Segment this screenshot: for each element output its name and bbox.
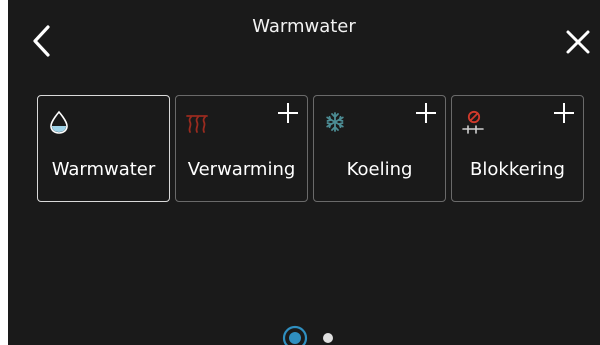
tile-label: Blokkering: [470, 159, 565, 180]
heating-icon: [186, 115, 208, 133]
page-title: Warmwater: [252, 16, 356, 37]
tile-koeling[interactable]: Koeling: [313, 95, 446, 202]
tile-label: Warmwater: [51, 159, 156, 180]
add-icon[interactable]: [277, 102, 299, 124]
snowflake-icon: [326, 112, 344, 132]
menu-panel: Warmwater Warmwater Verwarming Koeling B…: [8, 0, 600, 345]
screen: Warmwater Warmwater Verwarming Koeling B…: [0, 0, 600, 345]
tile-warmwater[interactable]: Warmwater: [37, 95, 170, 202]
tile-verwarming[interactable]: Verwarming: [175, 95, 308, 202]
blocking-icon: [462, 110, 484, 134]
page-indicator: [282, 325, 333, 345]
tile-blokkering[interactable]: Blokkering: [451, 95, 584, 202]
add-icon[interactable]: [553, 102, 575, 124]
page-dot[interactable]: [323, 333, 333, 343]
tile-label: Verwarming: [187, 159, 296, 180]
close-icon: [566, 30, 590, 54]
water-drop-icon: [50, 110, 68, 134]
add-icon[interactable]: [415, 102, 437, 124]
close-button[interactable]: [564, 28, 592, 56]
tile-label: Koeling: [346, 159, 413, 180]
page-dot-active[interactable]: [282, 325, 308, 345]
